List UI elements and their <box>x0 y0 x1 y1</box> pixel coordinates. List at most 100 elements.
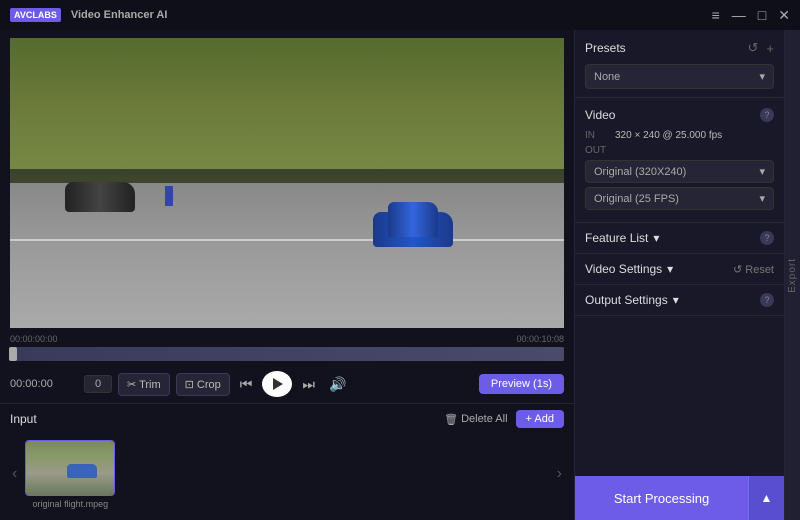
chevron-up-icon: ▲ <box>761 491 773 505</box>
chevron-down-icon: ▾ <box>759 70 765 83</box>
video-canvas <box>10 38 564 328</box>
list-item[interactable]: original flight.mpeg <box>25 440 115 509</box>
output-settings-left: Output Settings ▾ <box>585 293 679 307</box>
volume-button[interactable]: 🔊 <box>325 372 350 397</box>
video-preview[interactable] <box>10 38 564 328</box>
timeline-track[interactable] <box>10 347 564 361</box>
video-help-icon[interactable]: ? <box>760 108 774 122</box>
person-figure <box>165 186 173 206</box>
output-settings-label: Output Settings <box>585 293 668 307</box>
output-settings-chevron-icon: ▾ <box>673 293 679 307</box>
clip-name: original flight.mpeg <box>25 499 115 509</box>
start-btn-row: Start Processing ▲ <box>575 476 784 520</box>
timeline-end: 00:00:10:08 <box>516 334 564 344</box>
clips-container: original flight.mpeg <box>25 440 548 509</box>
refresh-icon[interactable]: ↺ <box>748 40 759 56</box>
left-panel: 00:00:00:00 00:00:10:08 00:00:00 0 ✂ Tri… <box>0 30 574 520</box>
car-blue <box>373 212 453 247</box>
in-value: 320 × 240 @ 25.000 fps <box>615 130 722 141</box>
close-icon[interactable]: ✕ <box>778 8 790 22</box>
trim-button[interactable]: ✂ Trim <box>118 373 170 396</box>
output-settings-row[interactable]: Output Settings ▾ ? <box>575 285 784 316</box>
timeline-bar: 00:00:00:00 00:00:10:08 <box>0 328 574 365</box>
video-settings-left: Video Settings ▾ <box>585 262 673 276</box>
crop-button[interactable]: ⊡ Crop <box>176 373 230 396</box>
track-stands <box>10 38 564 169</box>
app-name: Video Enhancer AI <box>71 9 168 21</box>
menu-icon[interactable]: ≡ <box>712 8 720 22</box>
res-chevron-icon: ▾ <box>759 165 765 178</box>
clips-prev-button[interactable]: ‹ <box>10 465 19 483</box>
feature-list-label: Feature List <box>585 231 648 245</box>
clip-car <box>67 464 97 478</box>
current-time: 00:00:00 <box>10 378 78 390</box>
main-content: 00:00:00:00 00:00:10:08 00:00:00 0 ✂ Tri… <box>0 30 800 520</box>
minimize-icon[interactable]: — <box>732 8 746 22</box>
add-button[interactable]: + Add <box>516 410 564 428</box>
preview-button[interactable]: Preview (1s) <box>479 374 564 394</box>
feature-list-right: ? <box>760 231 774 245</box>
clips-row: ‹ original flight.mpeg › <box>10 434 564 514</box>
fps-dropdown[interactable]: Original (25 FPS) ▾ <box>585 187 774 210</box>
input-title: Input <box>10 412 37 426</box>
video-title: Video <box>585 108 615 122</box>
timeline-times: 00:00:00:00 00:00:10:08 <box>10 334 564 344</box>
trash-icon: 🗑 <box>444 413 458 426</box>
resolution-value: Original (320X240) <box>594 166 686 178</box>
clips-next-button[interactable]: › <box>555 465 564 483</box>
export-label: Export <box>787 258 798 293</box>
play-icon <box>273 378 283 390</box>
video-header: Video ? <box>585 108 774 122</box>
output-settings-right: ? <box>760 293 774 307</box>
title-bar: AVCLABS Video Enhancer AI ≡ — □ ✕ <box>0 0 800 30</box>
video-settings-chevron-icon: ▾ <box>667 262 673 276</box>
start-chevron-button[interactable]: ▲ <box>748 476 784 520</box>
video-out-row: OUT <box>585 145 774 156</box>
video-settings-right: ↺ Reset <box>733 263 774 276</box>
car-dark <box>65 182 135 212</box>
output-help-icon[interactable]: ? <box>760 293 774 307</box>
presets-title: Presets <box>585 41 626 55</box>
logo-badge: AVCLABS <box>10 8 61 22</box>
input-section: Input 🗑 Delete All + Add ‹ <box>0 403 574 518</box>
controls-row: 00:00:00 0 ✂ Trim ⊡ Crop ⏮ ⏭ 🔊 Preview (… <box>0 365 574 403</box>
video-in-row: IN 320 × 240 @ 25.000 fps <box>585 130 774 141</box>
delete-all-button[interactable]: 🗑 Delete All <box>444 413 507 426</box>
in-label: IN <box>585 130 609 141</box>
clip-thumbnail <box>25 440 115 496</box>
presets-section: Presets ↺ + None ▾ <box>575 30 784 98</box>
fps-chevron-icon: ▾ <box>759 192 765 205</box>
export-side-tab[interactable]: Export <box>784 30 800 520</box>
start-processing-button[interactable]: Start Processing <box>575 476 748 520</box>
right-wrapper: Presets ↺ + None ▾ Video ? I <box>574 30 800 520</box>
video-settings-row[interactable]: Video Settings ▾ ↺ Reset <box>575 254 784 285</box>
reset-button[interactable]: ↺ Reset <box>733 263 774 276</box>
out-label: OUT <box>585 145 609 156</box>
window-controls: ≡ — □ ✕ <box>712 8 790 22</box>
feature-list-left: Feature List ▾ <box>585 231 659 245</box>
feature-list-row[interactable]: Feature List ▾ ? <box>575 223 784 254</box>
resolution-dropdown[interactable]: Original (320X240) ▾ <box>585 160 774 183</box>
input-actions: 🗑 Delete All + Add <box>444 410 564 428</box>
right-panel: Presets ↺ + None ▾ Video ? I <box>574 30 784 520</box>
fps-value: Original (25 FPS) <box>594 193 679 205</box>
frame-display: 0 <box>84 375 112 393</box>
play-button[interactable] <box>262 371 292 397</box>
timeline-start: 00:00:00:00 <box>10 334 58 344</box>
prev-frame-button[interactable]: ⏮ <box>236 372 257 397</box>
input-header: Input 🗑 Delete All + Add <box>10 410 564 428</box>
track-line <box>10 239 564 241</box>
next-frame-button[interactable]: ⏭ <box>298 372 319 397</box>
app-logo: AVCLABS Video Enhancer AI <box>10 8 167 22</box>
presets-header: Presets ↺ + <box>585 40 774 56</box>
feature-list-chevron-icon: ▾ <box>653 231 659 245</box>
maximize-icon[interactable]: □ <box>758 8 766 22</box>
preset-dropdown[interactable]: None ▾ <box>585 64 774 89</box>
feature-help-icon[interactable]: ? <box>760 231 774 245</box>
add-preset-icon[interactable]: + <box>766 41 774 56</box>
video-section: Video ? IN 320 × 240 @ 25.000 fps OUT Or… <box>575 98 784 223</box>
timeline-clip <box>10 347 564 361</box>
video-settings-label: Video Settings <box>585 262 662 276</box>
delete-all-label: Delete All <box>461 413 507 425</box>
timeline-thumb[interactable] <box>9 347 17 361</box>
